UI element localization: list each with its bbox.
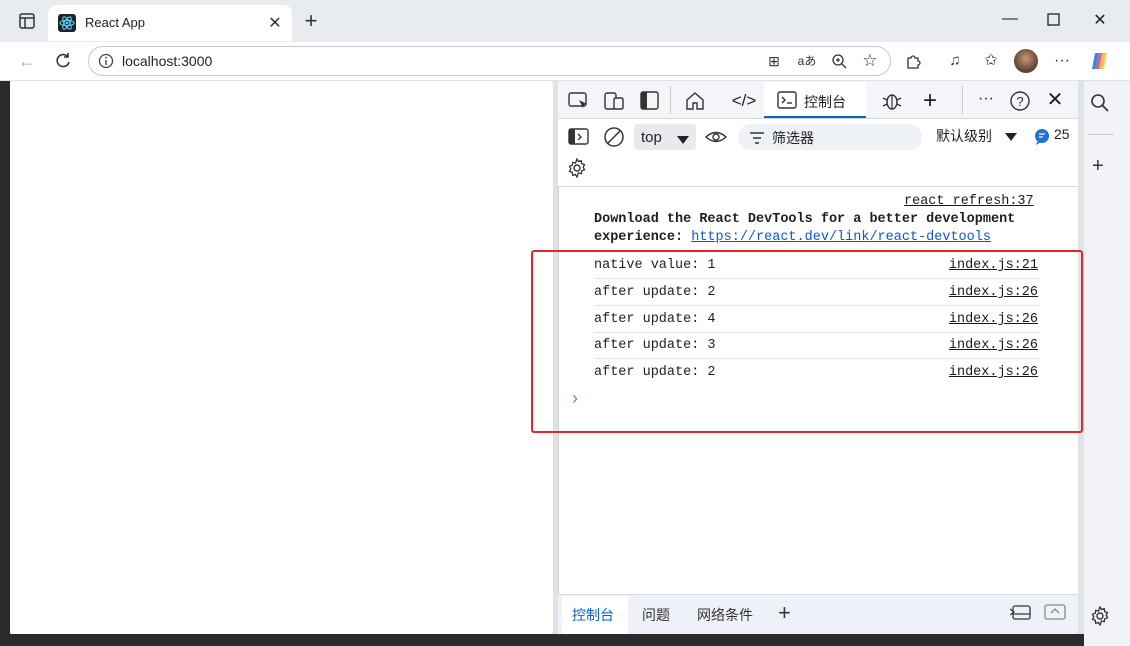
drawer-add-tab-icon[interactable]: +: [778, 600, 791, 626]
console-tab-label: 控制台: [804, 94, 846, 110]
refresh-icon[interactable]: [52, 50, 74, 72]
filter-icon: [750, 131, 764, 147]
tab-title: React App: [85, 15, 145, 30]
sidebar-add-icon[interactable]: +: [1092, 155, 1104, 178]
minimize-icon[interactable]: —: [998, 10, 1022, 32]
log-levels-dropdown[interactable]: 默认级别: [936, 126, 1018, 146]
sidebar-settings-gear-icon[interactable]: [1090, 605, 1110, 629]
console-icon: [777, 90, 797, 113]
background-strip: [0, 634, 1084, 646]
zoom-icon[interactable]: [828, 50, 850, 72]
live-expression-eye-icon[interactable]: [704, 128, 728, 149]
toolbar-divider: [962, 86, 963, 114]
site-info-icon[interactable]: [98, 53, 114, 72]
context-value: top: [641, 129, 662, 146]
message-count: 25: [1054, 126, 1070, 142]
bug-debugger-icon[interactable]: [880, 89, 904, 113]
inspect-element-icon[interactable]: [567, 89, 591, 113]
elements-code-icon[interactable]: </>: [731, 89, 757, 113]
sidebar-divider: [1088, 134, 1114, 135]
svg-text:?: ?: [1016, 94, 1023, 109]
react-devtools-link[interactable]: https://react.dev/link/react-devtools: [691, 230, 991, 245]
show-sidebar-icon[interactable]: [568, 127, 590, 150]
filter-placeholder: 筛选器: [772, 130, 814, 146]
sidebar-search-icon[interactable]: [1090, 93, 1110, 116]
dropdown-arrow-icon: [676, 132, 690, 148]
tab-actions-icon[interactable]: [18, 12, 36, 30]
device-emulation-icon[interactable]: [602, 89, 626, 113]
drawer-tab-console[interactable]: 控制台: [572, 605, 614, 625]
more-menu-icon[interactable]: ···: [1051, 50, 1073, 72]
tab-close-icon[interactable]: ✕: [266, 13, 284, 33]
back-icon[interactable]: ←: [16, 50, 38, 72]
devtools-close-icon[interactable]: ✕: [1043, 89, 1067, 113]
log-levels-label: 默认级别: [936, 128, 992, 144]
tab-console[interactable]: 控制台: [764, 82, 866, 118]
notice-prefix: experience:: [594, 230, 692, 245]
favorites-icon[interactable]: ✩: [980, 50, 1002, 72]
console-settings-gear-icon[interactable]: [567, 157, 587, 181]
browser-tab[interactable]: React App ✕: [48, 5, 292, 41]
dock-side-icon[interactable]: [638, 89, 662, 113]
read-aloud-icon[interactable]: aあ: [796, 50, 818, 72]
dropdown-arrow-icon: [1004, 129, 1018, 145]
app-available-icon[interactable]: ⊞: [763, 50, 785, 72]
favorite-star-icon[interactable]: ☆: [859, 50, 881, 72]
profile-avatar[interactable]: [1014, 49, 1038, 73]
more-tools-plus-icon[interactable]: +: [918, 89, 942, 113]
drawer-tab-issues[interactable]: 问题: [642, 605, 670, 625]
highlight-annotation-box: [531, 250, 1083, 433]
messages-icon[interactable]: [1034, 129, 1050, 148]
drawer-dock-icon[interactable]: [1009, 603, 1032, 624]
react-devtools-notice-line1: Download the React DevTools for a better…: [594, 212, 1016, 227]
log-source-link[interactable]: react refresh:37: [904, 194, 1034, 209]
drawer-close-icon[interactable]: [1044, 603, 1066, 624]
filter-input[interactable]: 筛选器: [738, 124, 922, 150]
new-tab-icon[interactable]: +: [300, 10, 322, 32]
toolbar-divider: [670, 86, 671, 114]
devtools-drawer: [558, 594, 1078, 634]
welcome-home-icon[interactable]: [683, 89, 707, 113]
copilot-icon[interactable]: [1089, 50, 1111, 72]
react-logo-icon: [58, 14, 76, 32]
react-devtools-notice-line2: experience: https://react.dev/link/react…: [594, 230, 991, 245]
clear-console-icon[interactable]: [603, 126, 625, 151]
web-page-content: [10, 81, 553, 634]
maximize-icon[interactable]: [1042, 10, 1066, 32]
context-selector[interactable]: top: [634, 124, 696, 150]
address-text: localhost:3000: [122, 53, 213, 69]
drawer-tab-network-conditions[interactable]: 网络条件: [697, 605, 753, 625]
edge-sidebar: [1084, 81, 1130, 646]
extensions-icon[interactable]: [902, 50, 924, 72]
devtools-more-icon[interactable]: ···: [974, 89, 998, 113]
window-close-icon[interactable]: ✕: [1088, 10, 1112, 32]
background-editor-strip: [0, 81, 10, 646]
help-icon[interactable]: ?: [1008, 89, 1032, 113]
browser-essentials-icon[interactable]: ♫: [944, 50, 966, 72]
